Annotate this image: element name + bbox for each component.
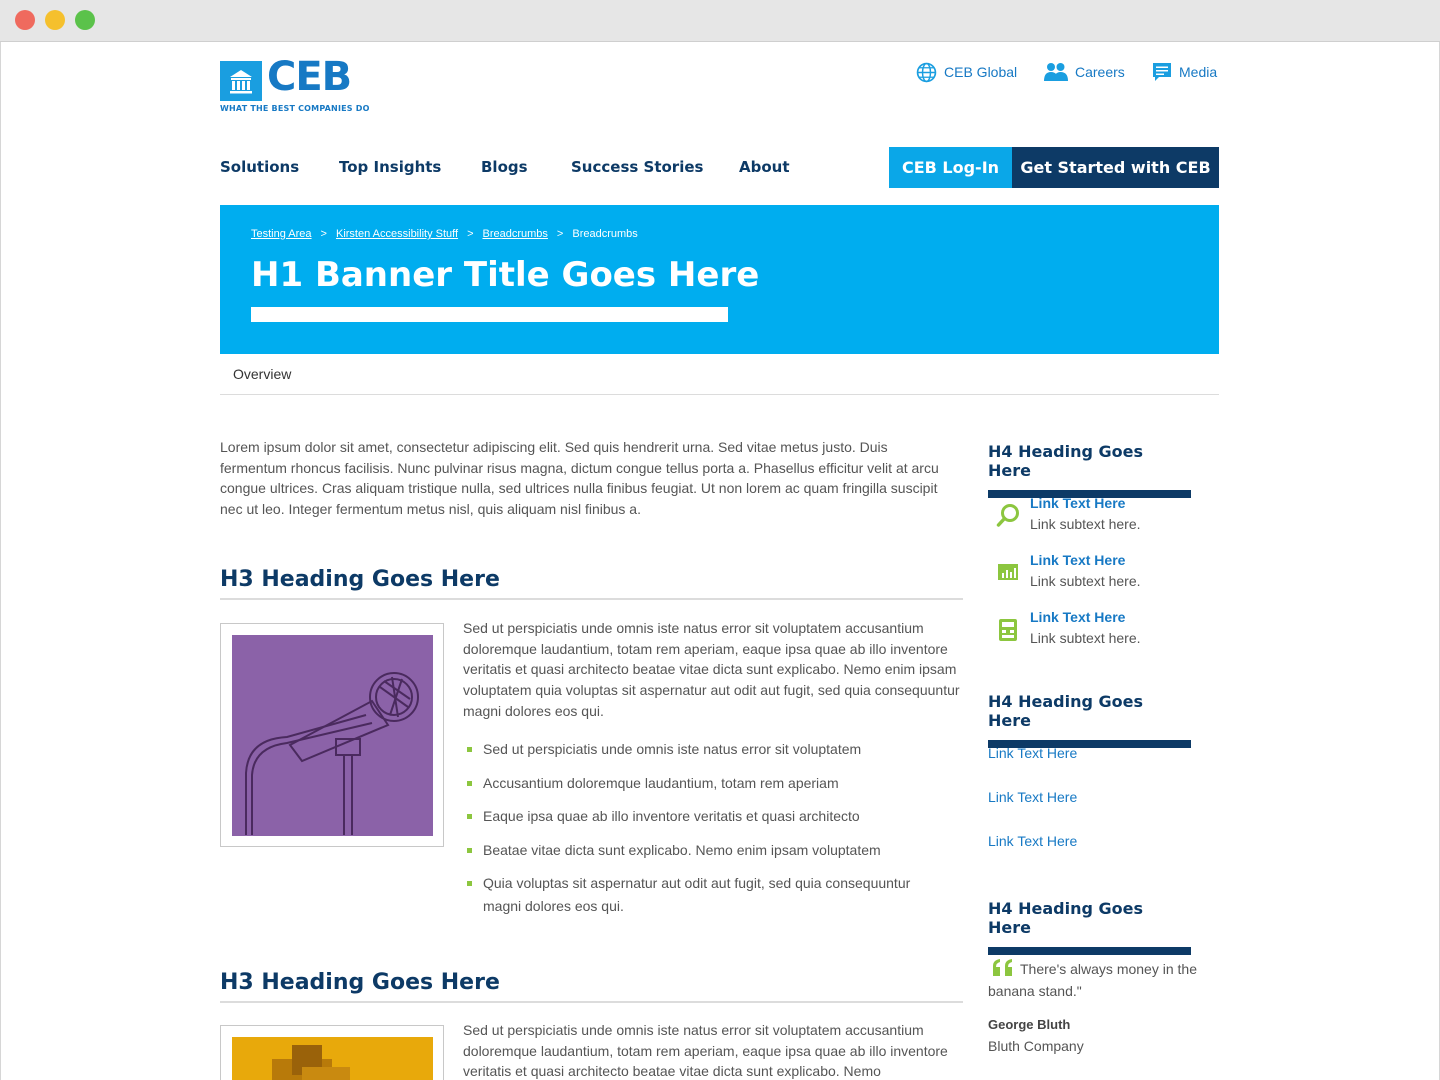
- list-item: Quia voluptas sit aspernatur aut odit au…: [463, 872, 943, 918]
- section-heading: H3 Heading Goes Here: [220, 567, 963, 600]
- sidebar-link[interactable]: Link Text Here: [988, 833, 1077, 849]
- quotation-mark-icon: [993, 959, 1012, 976]
- util-link-careers[interactable]: Careers: [1044, 61, 1125, 83]
- sidebar-link-item[interactable]: Link Text Here Link subtext here.: [988, 552, 1218, 596]
- page-tabs: Overview: [220, 364, 1219, 395]
- section-paragraph: Sed ut perspiciatis unde omnis iste natu…: [463, 1022, 948, 1080]
- nav-solutions[interactable]: Solutions: [220, 158, 299, 176]
- breadcrumb-link[interactable]: Breadcrumbs: [483, 228, 548, 240]
- bullet-square-icon: [467, 747, 472, 752]
- sidebar-link-item[interactable]: Link Text Here Link subtext here.: [988, 495, 1218, 539]
- sidebar-link[interactable]: Link Text Here: [1030, 609, 1125, 625]
- testimonial-quote: There's always money in the banana stand…: [988, 958, 1213, 1002]
- section-heading: H3 Heading Goes Here: [220, 970, 963, 1003]
- sidebar-link[interactable]: Link Text Here: [1030, 552, 1125, 568]
- login-button[interactable]: CEB Log-In: [889, 147, 1012, 188]
- title-underline-bar: [251, 307, 728, 322]
- util-label: CEB Global: [944, 64, 1018, 80]
- sidebar-link[interactable]: Link Text Here: [988, 789, 1077, 805]
- bullet-square-icon: [467, 814, 472, 819]
- sidebar-link[interactable]: Link Text Here: [988, 745, 1077, 761]
- page-title: H1 Banner Title Goes Here: [251, 255, 760, 295]
- chat-bubble-icon: [1153, 63, 1171, 81]
- intro-paragraph: Lorem ipsum dolor sit amet, consectetur …: [220, 439, 939, 518]
- bank-building-icon: [220, 61, 262, 101]
- nav-blogs[interactable]: Blogs: [481, 158, 528, 176]
- brand-name: CEB: [267, 54, 352, 100]
- list-item: Beatae vitae dicta sunt explicabo. Nemo …: [463, 839, 943, 862]
- breadcrumb-link[interactable]: Testing Area: [251, 228, 312, 240]
- maximize-window-button[interactable]: [75, 10, 95, 30]
- tab-overview[interactable]: Overview: [233, 366, 291, 382]
- util-link-ceb-global[interactable]: CEB Global: [916, 61, 1017, 83]
- nav-about[interactable]: About: [739, 158, 790, 176]
- quote-author: George Bluth: [988, 1017, 1071, 1032]
- sidebar-link-item[interactable]: Link Text Here Link subtext here.: [988, 609, 1218, 653]
- sidebar-link[interactable]: Link Text Here: [1030, 495, 1125, 511]
- quote-text: There's always money in the banana stand…: [988, 961, 1197, 999]
- nav-top-insights[interactable]: Top Insights: [339, 158, 441, 176]
- breadcrumb-separator: >: [320, 228, 327, 240]
- breadcrumb: Testing Area > Kirsten Accessibility Stu…: [251, 228, 638, 240]
- breadcrumb-separator: >: [467, 228, 474, 240]
- bar-chart-icon: [998, 564, 1018, 580]
- sidebar-heading: H4 Heading Goes Here: [988, 899, 1191, 955]
- bullet-square-icon: [467, 847, 472, 853]
- bullet-square-icon: [467, 780, 472, 786]
- breadcrumb-link[interactable]: Kirsten Accessibility Stuff: [336, 228, 458, 240]
- util-label: Media: [1179, 64, 1218, 80]
- sidebar-link-subtext: Link subtext here.: [1030, 630, 1141, 646]
- list-item: Accusantium doloremque laudantium, totam…: [463, 772, 943, 795]
- people-icon: [1044, 63, 1068, 81]
- window-titlebar: [0, 0, 1440, 42]
- section-paragraph: Sed ut perspiciatis unde omnis iste natu…: [463, 620, 960, 719]
- util-label: Careers: [1075, 64, 1125, 80]
- breadcrumb-separator: >: [556, 228, 564, 240]
- magnifier-icon: [996, 504, 1019, 527]
- util-link-media[interactable]: Media: [1152, 61, 1217, 83]
- microphone-image: [220, 623, 444, 847]
- sidebar-heading: H4 Heading Goes Here: [988, 442, 1191, 498]
- sidebar-link-subtext: Link subtext here.: [1030, 516, 1141, 532]
- page-banner: Testing Area > Kirsten Accessibility Stu…: [220, 205, 1219, 354]
- sidebar-link-subtext: Link subtext here.: [1030, 573, 1141, 589]
- bullet-square-icon: [467, 881, 472, 886]
- globe-icon: [916, 62, 937, 82]
- sidebar-heading: H4 Heading Goes Here: [988, 692, 1191, 748]
- close-window-button[interactable]: [15, 10, 35, 30]
- brand-tagline: WHAT THE BEST COMPANIES DO: [220, 104, 370, 113]
- minimize-window-button[interactable]: [45, 10, 65, 30]
- nav-success-stories[interactable]: Success Stories: [571, 158, 703, 176]
- list-item: Eaque ipsa quae ab illo inventore verita…: [463, 805, 943, 828]
- list-item: Sed ut perspiciatis unde omnis iste natu…: [463, 738, 943, 761]
- quote-company: Bluth Company: [988, 1038, 1084, 1054]
- ceb-logo[interactable]: CEB WHAT THE BEST COMPANIES DO: [220, 54, 370, 117]
- get-started-button[interactable]: Get Started with CEB: [1012, 147, 1219, 188]
- calculator-icon: [999, 619, 1017, 641]
- wood-blocks-image: [220, 1025, 444, 1080]
- breadcrumb-current: Breadcrumbs: [572, 228, 638, 240]
- bullet-list: Sed ut perspiciatis unde omnis iste natu…: [463, 738, 943, 929]
